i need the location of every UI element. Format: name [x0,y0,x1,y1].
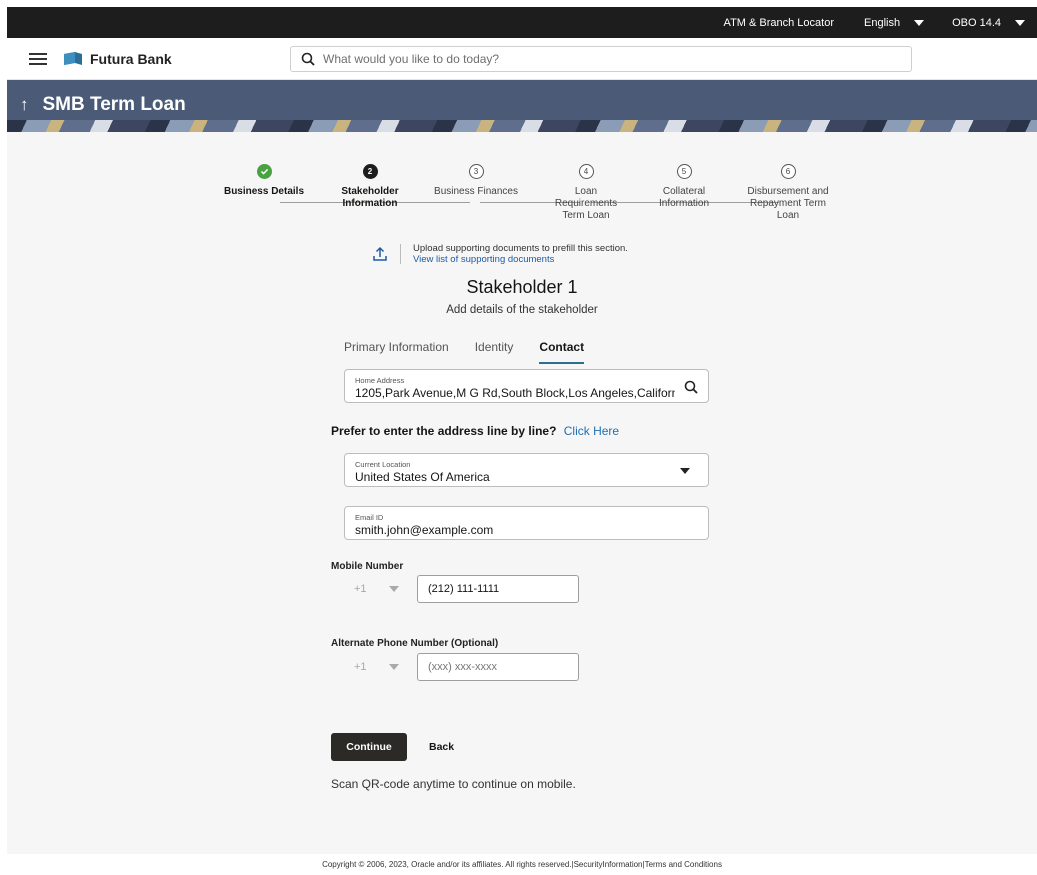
upload-documents-hint: Upload supporting documents to prefill t… [372,243,628,265]
alternate-phone-input[interactable] [417,653,579,681]
step-label: Disbursement and Repayment Term Loan [747,186,829,221]
step-label: Stakeholder Information [341,186,399,209]
address-line-prompt: Prefer to enter the address line by line… [331,424,619,438]
mobile-number-label: Mobile Number [331,561,404,572]
chevron-down-icon [680,468,690,474]
tab-primary-information[interactable]: Primary Information [344,340,449,364]
menu-icon[interactable] [29,52,47,65]
chevron-down-icon [388,586,399,592]
banner-pattern [7,120,1037,132]
continue-button[interactable]: Continue [331,733,407,761]
language-label: English [864,16,901,29]
check-icon [256,164,272,179]
chevron-down-icon [388,664,399,670]
step-collateral-information[interactable]: 5 Collateral Information [629,164,739,210]
alternate-phone-label: Alternate Phone Number (Optional) [331,638,499,649]
current-location-label: Current Location [355,460,411,469]
step-label: Collateral Information [658,186,710,209]
email-value: smith.john@example.com [355,523,494,537]
upload-text-block: Upload supporting documents to prefill t… [413,243,628,265]
form-subheading: Add details of the stakeholder [446,304,598,316]
step-business-finances[interactable]: 3 Business Finances [421,164,531,198]
user-dropdown[interactable]: OBO 14.4 [952,17,1025,29]
upload-text: Upload supporting documents to prefill t… [413,243,628,254]
back-arrow-icon[interactable]: ↑ [20,95,29,115]
email-label: Email ID [355,513,384,522]
step-stakeholder-information[interactable]: 2 Stakeholder Information [315,164,425,210]
user-label: OBO 14.4 [952,16,1001,29]
divider [400,244,401,264]
step-disbursement-repayment[interactable]: 6 Disbursement and Repayment Term Loan [733,164,843,222]
mobile-number-input[interactable] [417,575,579,603]
supporting-documents-link[interactable]: View list of supporting documents [413,254,628,265]
bank-logo-icon [64,51,82,65]
atm-branch-locator-label: ATM & Branch Locator [723,16,834,29]
chevron-down-icon [914,19,925,26]
mobile-country-code-value: +1 [354,583,367,595]
alternate-country-code-value: +1 [354,661,367,673]
step-number: 5 [676,164,692,179]
tab-identity[interactable]: Identity [475,340,514,364]
bank-logo[interactable]: Futura Bank [63,51,172,67]
home-address-label: Home Address [355,376,405,385]
upload-icon[interactable] [372,246,388,262]
page-banner: ↑ SMB Term Loan [7,80,1037,132]
progress-stepper: Business Details 2 Stakeholder Informati… [7,164,1037,254]
home-address-value: 1205,Park Avenue,M G Rd,South Block,Los … [355,386,675,400]
step-loan-requirements[interactable]: 4 Loan Requirements Term Loan [531,164,641,222]
step-label: Business Finances [434,186,518,197]
top-utility-bar: ATM & Branch Locator English OBO 14.4 [7,7,1037,38]
alternate-country-code[interactable]: +1 [344,653,409,681]
step-number: 6 [780,164,796,179]
app-header: Futura Bank [7,38,1037,80]
search-icon [301,52,315,66]
copyright-text: Copyright © 2006, 2023, Oracle and/or it… [322,860,722,869]
stakeholder-tabs: Primary Information Identity Contact [344,340,610,364]
step-label: Loan Requirements Term Loan [554,186,618,221]
email-field[interactable]: Email ID smith.john@example.com [344,506,709,540]
language-dropdown[interactable]: English [864,16,925,29]
step-business-details[interactable]: Business Details [209,164,319,198]
step-number: 4 [578,164,594,179]
step-label: Business Details [223,186,305,197]
main-content: Business Details 2 Stakeholder Informati… [7,132,1037,854]
current-location-select[interactable]: Current Location United States Of Americ… [344,453,709,487]
bank-name: Futura Bank [90,50,172,67]
home-address-field[interactable]: Home Address 1205,Park Avenue,M G Rd,Sou… [344,369,709,403]
address-line-prompt-text: Prefer to enter the address line by line… [331,424,557,438]
footer: Copyright © 2006, 2023, Oracle and/or it… [7,854,1037,875]
chevron-down-icon [1015,19,1025,26]
step-number: 2 [362,164,378,179]
search-input[interactable] [323,52,883,66]
atm-branch-locator-link[interactable]: ATM & Branch Locator [724,17,834,29]
back-button[interactable]: Back [429,733,454,761]
form-heading: Stakeholder 1 [466,277,578,297]
step-number: 3 [468,164,484,179]
click-here-link[interactable]: Click Here [564,424,619,438]
mobile-country-code[interactable]: +1 [344,575,409,603]
qr-code-note: Scan QR-code anytime to continue on mobi… [331,777,576,791]
page-title-text: SMB Term Loan [42,94,186,115]
page-title: ↑ SMB Term Loan [20,94,186,116]
current-location-value: United States Of America [355,470,490,484]
tab-contact[interactable]: Contact [539,340,585,364]
search-icon[interactable] [684,380,698,394]
search-bar[interactable] [290,46,912,72]
